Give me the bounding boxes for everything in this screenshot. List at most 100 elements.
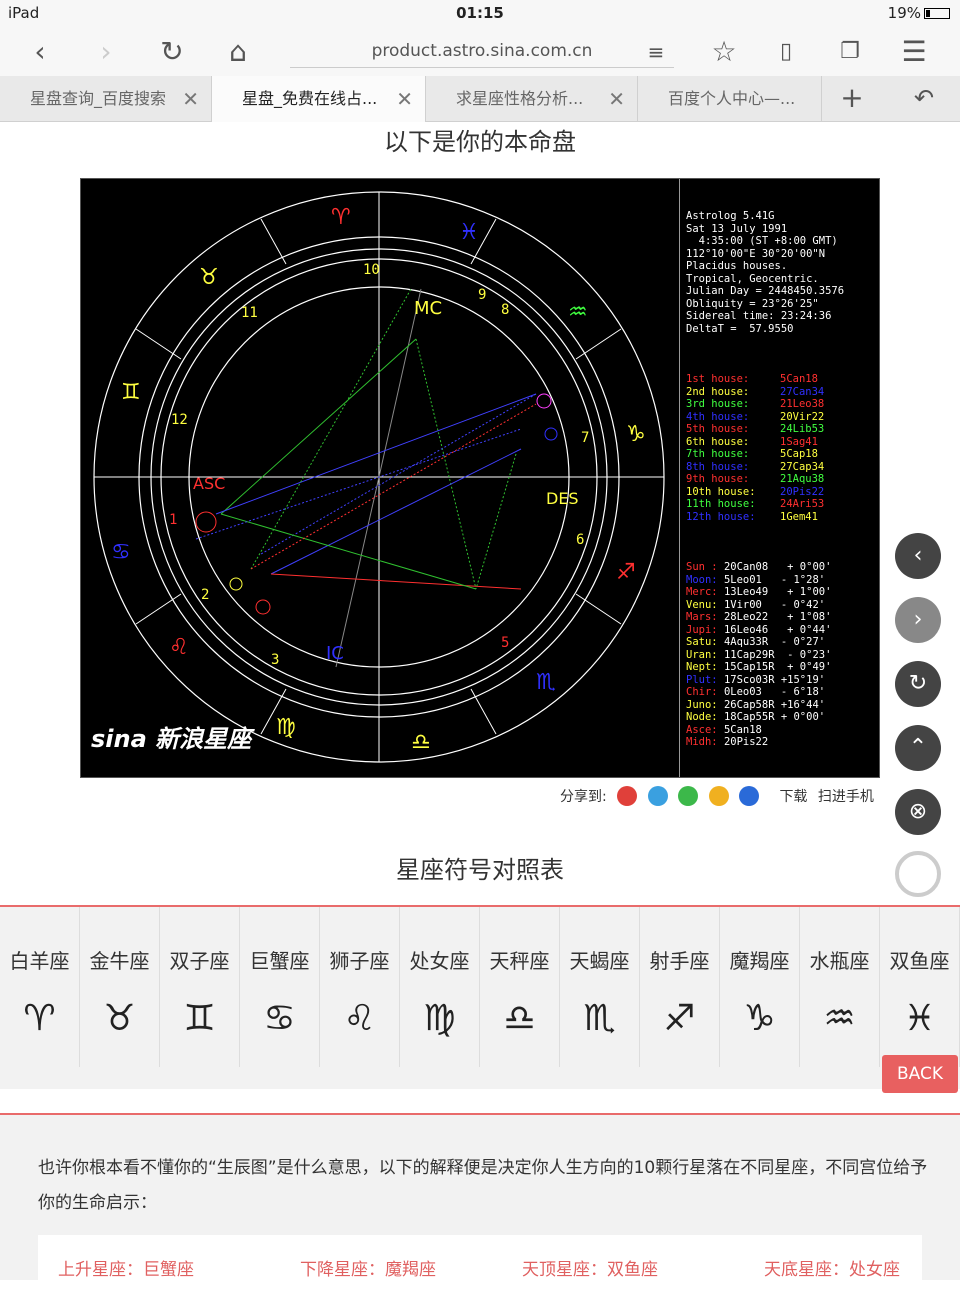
tab-astro-chart[interactable]: 星盘_免费在线占... ✕ xyxy=(212,76,426,122)
planet-row: Plut: 17Sco03R +15°19' xyxy=(686,674,879,687)
circle-button[interactable] xyxy=(895,851,941,897)
refresh-button[interactable]: ↻ xyxy=(895,661,941,707)
house-row: 1st house: 5Can18 xyxy=(686,373,879,386)
planet-position: 5Can18 xyxy=(723,723,762,736)
planet-row: Moon: 5Leo01 - 1°28' xyxy=(686,574,879,587)
svg-text:♑: ♑ xyxy=(626,422,646,447)
close-icon[interactable]: ✕ xyxy=(608,76,625,122)
zodiac-name: 狮子座 xyxy=(329,949,390,973)
zodiac-symbol-icon: ♊ xyxy=(183,998,216,1039)
scan-to-phone-link[interactable]: 扫进手机 xyxy=(818,789,874,805)
zodiac-symbol-icon: ♏ xyxy=(583,998,616,1039)
svg-text:1: 1 xyxy=(169,512,177,528)
zodiac-name: 射手座 xyxy=(649,949,710,973)
house-value: 21Leo38 xyxy=(780,398,825,410)
download-link[interactable]: 下载 xyxy=(779,789,807,805)
clock: 01:15 xyxy=(456,4,504,22)
next-button[interactable]: › xyxy=(895,597,941,643)
planet-row: Chir: 0Leo03 - 6°18' xyxy=(686,686,879,699)
svg-text:♒: ♒ xyxy=(568,300,588,325)
back-button[interactable]: BACK xyxy=(882,1055,958,1093)
planet-position: 15Cap15R + 0°49' xyxy=(723,661,832,673)
zodiac-symbol-icon: ♍ xyxy=(423,998,456,1039)
reload-icon[interactable]: ↻ xyxy=(152,32,192,72)
planet-row: Mars: 28Leo22 + 1°08' xyxy=(686,611,879,624)
back-icon[interactable]: ‹ xyxy=(20,32,60,72)
zodiac-cell: 处女座 ♍ xyxy=(400,907,480,1067)
chart-header-line: 4:35:00 (ST +8:00 GMT) xyxy=(686,235,838,247)
zodiac-symbol-icon: ♎ xyxy=(503,998,536,1039)
battery-icon xyxy=(924,8,950,19)
home-icon[interactable]: ⌂ xyxy=(218,32,258,72)
battery-percent: 19% xyxy=(887,4,921,22)
weibo-icon[interactable] xyxy=(617,786,638,806)
zodiac-name: 天蝎座 xyxy=(569,949,630,973)
house-row: 2nd house: 27Can34 xyxy=(686,385,879,399)
forward-icon[interactable]: › xyxy=(86,32,126,72)
close-icon[interactable]: ✕ xyxy=(182,76,199,122)
svg-text:♌: ♌ xyxy=(169,635,189,660)
wechat-icon[interactable] xyxy=(678,786,699,806)
house-list: 1st house: 5Can18 2nd house: 27Can34 3rd hou… xyxy=(686,373,879,523)
tabs-icon[interactable]: ❐ xyxy=(830,32,870,72)
svg-text:♈: ♈ xyxy=(331,205,351,230)
svg-text:♊: ♊ xyxy=(121,380,141,405)
house-value: 1Gem41 xyxy=(780,510,818,523)
chart-header-line: Julian Day = 2448450.3576 xyxy=(686,285,845,297)
tab-baidu-search[interactable]: 星盘查询_百度搜索 ✕ xyxy=(0,76,212,122)
zodiac-cell: 双子座 ♊ xyxy=(160,907,240,1067)
house-row: 11th house: 24Ari53 xyxy=(686,498,879,511)
qzone-icon[interactable] xyxy=(708,786,729,806)
chart-header-line: Sidereal time: 23:24:36 xyxy=(686,310,832,322)
tab-baidu-personal[interactable]: 百度个人中心—... xyxy=(638,76,822,122)
svg-text:11: 11 xyxy=(241,305,258,321)
planet-position: 13Leo49 + 1°00' xyxy=(723,586,832,598)
zodiac-symbol-icon: ♉ xyxy=(103,998,136,1039)
renren-icon[interactable] xyxy=(738,786,759,806)
zodiac-cell: 天蝎座 ♏ xyxy=(560,907,640,1067)
svg-text:♏: ♏ xyxy=(536,670,556,695)
close-icon[interactable]: ✕ xyxy=(396,76,413,122)
house-name: 10th house: xyxy=(686,485,756,498)
symbols-table-title: 星座符号对照表 xyxy=(396,856,564,884)
house-name: 6th house: xyxy=(686,435,750,448)
svg-text:DES: DES xyxy=(546,489,579,508)
reader-icon[interactable]: ≡ xyxy=(636,32,676,72)
zodiac-cell: 巨蟹座 ♋ xyxy=(240,907,320,1067)
planet-position: 20Pis22 xyxy=(723,736,769,748)
menu-icon[interactable]: ☰ xyxy=(894,32,934,72)
zodiac-symbol-table: 白羊座 ♈ 金牛座 ♉ 双子座 ♊ 巨蟹座 ♋ 狮子座 ♌ 处女座 ♍ 天秤座 ♎ 天蝎座 ♏ 射手座 ♐ 魔羯座 ♑… xyxy=(0,905,960,1089)
house-row: 5th house: 24Lib53 xyxy=(686,423,879,436)
planet-name: Merc: xyxy=(686,586,724,598)
new-tab-icon[interactable]: + xyxy=(832,78,872,118)
url-bar[interactable]: product.astro.sina.com.cn xyxy=(290,34,674,68)
prev-button[interactable]: ‹ xyxy=(895,533,941,579)
house-name: 3rd house: xyxy=(686,398,750,410)
svg-text:MC: MC xyxy=(414,298,442,319)
ascendant-label: 上升星座：巨蟹座 xyxy=(58,1260,194,1280)
planet-position: 0Leo03 - 6°18' xyxy=(723,686,826,698)
house-name: 2nd house: xyxy=(686,385,750,398)
close-ads-button[interactable]: ⊗ xyxy=(895,789,941,835)
planet-row: Satu: 4Aqu33R - 0°27' xyxy=(686,636,879,649)
explanation-text: 也许你根本看不懂你的“生辰图”是什么意思，以下的解释便是决定你人生方向的10颗行… xyxy=(38,1158,928,1213)
zodiac-symbol-icon: ♈ xyxy=(23,998,56,1039)
star-icon[interactable]: ☆ xyxy=(704,32,744,72)
planet-row: Node: 18Cap55R + 0°00' xyxy=(686,711,879,724)
planet-row: Merc: 13Leo49 + 1°00' xyxy=(686,586,879,599)
zodiac-symbol-icon: ♋ xyxy=(263,998,296,1039)
svg-text:♎: ♎ xyxy=(411,730,431,755)
planet-position: 18Cap55R + 0°00' xyxy=(723,711,826,723)
svg-text:♍: ♍ xyxy=(276,715,296,740)
bookmarks-icon[interactable]: ▯ xyxy=(766,32,806,72)
planet-position: 26Cap58R +16°44' xyxy=(723,698,826,711)
planet-name: Midh: xyxy=(686,736,724,748)
planet-name: Juno: xyxy=(686,698,724,711)
house-value: 27Can34 xyxy=(780,385,825,398)
tab-personality[interactable]: 求星座性格分析... ✕ xyxy=(426,76,638,122)
tencent-icon[interactable] xyxy=(647,786,668,806)
zodiac-name: 天秤座 xyxy=(489,949,550,973)
undo-icon[interactable]: ↶ xyxy=(904,78,944,118)
planet-name: Jupi: xyxy=(686,623,724,636)
scroll-top-button[interactable]: ⌃ xyxy=(895,725,941,771)
